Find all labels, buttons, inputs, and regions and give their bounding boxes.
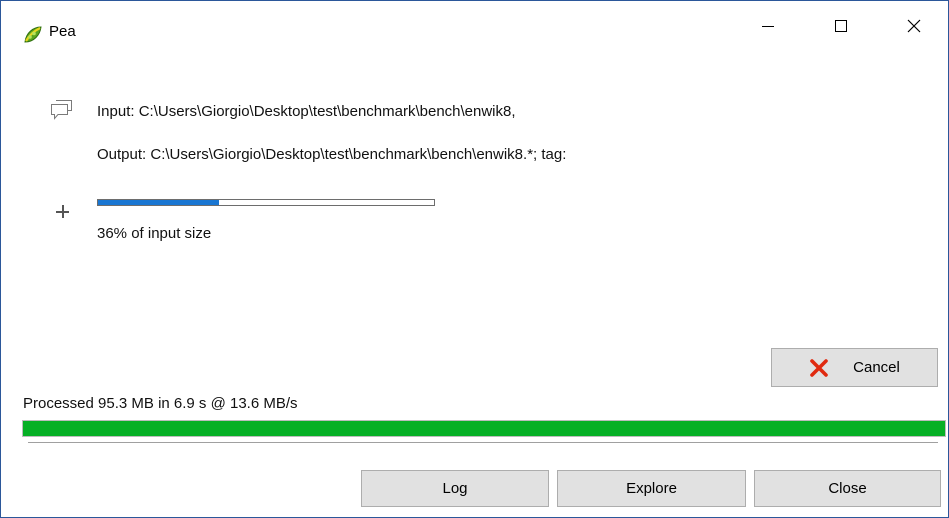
- maximize-button[interactable]: [818, 10, 864, 42]
- cancel-label: Cancel: [853, 359, 900, 376]
- output-path-text: Output: C:\Users\Giorgio\Desktop\test\be…: [97, 146, 567, 163]
- minimize-button[interactable]: [745, 10, 791, 42]
- main-progress-fill: [23, 421, 945, 436]
- close-icon: [907, 19, 921, 33]
- ratio-progress-fill: [98, 200, 219, 205]
- minimize-icon: [762, 26, 774, 27]
- log-button[interactable]: Log: [361, 470, 549, 507]
- ratio-text: 36% of input size: [97, 225, 212, 242]
- speech-bubbles-icon: [51, 100, 72, 120]
- pea-window: Pea Input: C:\Users\Giorgio\Desktop\test…: [0, 0, 949, 518]
- main-progress-bar: [22, 420, 946, 437]
- window-title: Pea: [49, 23, 76, 40]
- title-bar: Pea: [1, 1, 948, 43]
- pea-pod-icon: [24, 26, 42, 43]
- red-x-icon: [810, 358, 828, 377]
- status-text: Processed 95.3 MB in 6.9 s @ 13.6 MB/s: [23, 395, 298, 412]
- ratio-progress-bar: [97, 199, 435, 206]
- close-button[interactable]: Close: [754, 470, 941, 507]
- input-path-text: Input: C:\Users\Giorgio\Desktop\test\ben…: [97, 103, 516, 120]
- explore-button[interactable]: Explore: [557, 470, 746, 507]
- close-window-button[interactable]: [891, 10, 937, 42]
- divider: [28, 442, 938, 443]
- plus-icon[interactable]: [56, 205, 70, 219]
- maximize-icon: [835, 20, 847, 32]
- cancel-button[interactable]: Cancel: [771, 348, 938, 387]
